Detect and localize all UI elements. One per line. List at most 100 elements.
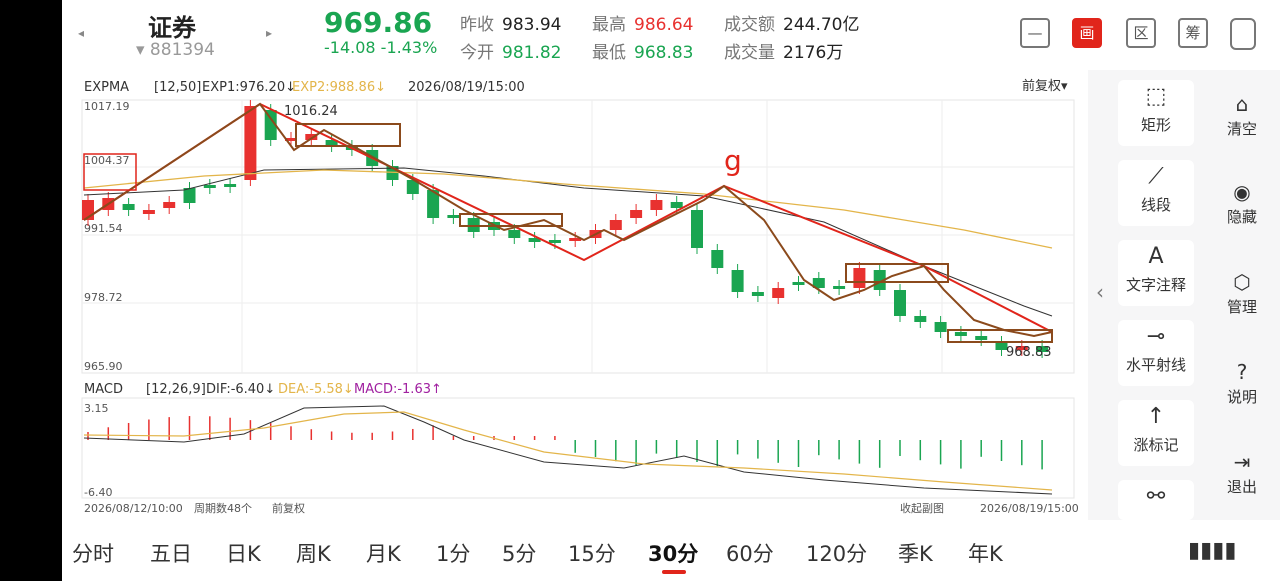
horizontal-ray-tool[interactable]: ⊸ 水平射线	[1118, 320, 1194, 386]
tab-5min[interactable]: 5分	[502, 538, 536, 568]
text-annotation-tool[interactable]: A 文字注释	[1118, 240, 1194, 306]
tab-30min[interactable]: 30分	[648, 538, 698, 568]
more-tool[interactable]: ⚯	[1118, 480, 1194, 520]
exp2-value: EXP2:988.86↓	[292, 80, 386, 95]
line-segment-icon: ⟋	[1148, 164, 1164, 189]
dea-line	[83, 411, 1053, 491]
settings-bars-icon[interactable]: ▮▮▮▮	[1188, 538, 1236, 563]
text-annotation-icon: A	[1148, 244, 1164, 269]
trend-line	[83, 102, 1053, 333]
candle-body	[224, 184, 237, 187]
rise-mark-tool[interactable]: ↑ 涨标记	[1118, 400, 1194, 466]
tab-60min[interactable]: 60分	[726, 538, 774, 568]
macd-frame	[81, 397, 1075, 499]
exp1-value: EXP1:976.20↓	[202, 80, 296, 95]
cursor-datetime: 2026/08/19/15:00	[408, 80, 525, 95]
candle-body	[731, 270, 744, 292]
y-tick: 965.90	[84, 360, 123, 373]
candle-body	[934, 322, 947, 332]
clear-button[interactable]: ⌂ 清空	[1214, 90, 1270, 139]
peak-label: 1016.24	[284, 104, 338, 119]
hide-icon: ◉	[1233, 180, 1251, 204]
indicator-name[interactable]: EXPMA	[84, 80, 129, 95]
last-price-label: 968.83	[1006, 345, 1052, 360]
candle-body	[183, 188, 196, 203]
exit-icon: ⇥	[1233, 450, 1251, 474]
dea-value: DEA:-5.58↓	[278, 382, 354, 397]
footer-adjust: 前复权	[272, 501, 305, 515]
hide-button[interactable]: ◉ 隐藏	[1214, 178, 1270, 227]
candle-body	[609, 220, 622, 230]
macd-indicator-name[interactable]: MACD	[84, 382, 123, 397]
app-window: ◂ 证券 ▾ 881394 ▸ 969.86 -14.08 -1.43% 昨收 9…	[62, 0, 1280, 581]
dif-value: DIF:-6.40↓	[206, 382, 275, 397]
horizontal-ray-icon: ⊸	[1146, 324, 1166, 349]
prev-close: 昨收 983.94	[460, 15, 562, 35]
help-button[interactable]: ? 说明	[1214, 358, 1270, 407]
tab-daily[interactable]: 日K	[226, 538, 261, 568]
candle-body	[244, 106, 257, 180]
candle-body	[914, 316, 927, 322]
quote-header: ◂ 证券 ▾ 881394 ▸ 969.86 -14.08 -1.43% 昨收 9…	[62, 0, 1280, 68]
active-tab-indicator	[662, 570, 686, 574]
tab-120min[interactable]: 120分	[806, 538, 867, 568]
next-stock-button[interactable]: ▸	[266, 26, 272, 40]
exp1-line	[83, 167, 1053, 317]
candle-body	[122, 204, 135, 210]
manage-icon: ⬡	[1233, 270, 1251, 294]
candle-body	[670, 202, 683, 208]
tab-15min[interactable]: 15分	[568, 538, 616, 568]
y-tick: 991.54	[84, 222, 123, 235]
macd-value: MACD:-1.63↑	[354, 382, 442, 397]
collapse-subchart-button[interactable]: 收起副图	[900, 501, 944, 515]
draw-icon[interactable]: 画	[1072, 18, 1102, 48]
candle-body	[447, 215, 460, 218]
candle-body	[853, 268, 866, 288]
region-icon[interactable]: 区	[1126, 18, 1156, 48]
stock-code[interactable]: ▾ 881394	[136, 40, 215, 60]
current-price: 969.86	[324, 6, 433, 39]
rectangle-tool[interactable]: ⬚ 矩形	[1118, 80, 1194, 146]
high-price: 最高 986.64	[592, 15, 694, 35]
macd-params: [12,26,9]	[146, 382, 206, 397]
candle-body	[894, 290, 906, 316]
more-icon: ⚯	[1146, 484, 1166, 509]
clear-icon: ⌂	[1235, 92, 1249, 116]
wave-annotation[interactable]: g	[724, 144, 742, 177]
y-tick: 978.72	[84, 291, 123, 304]
collapse-panel-button[interactable]: ‹	[1096, 280, 1104, 304]
adjust-dropdown[interactable]: 前复权▾	[1022, 78, 1068, 94]
period-tabs: 分时 五日 日K 周K 月K 1分 5分 15分 30分 60分 120分 季K…	[62, 524, 1280, 581]
x-end-time: 2026/08/19/15:00	[980, 502, 1079, 515]
y-tick: 1004.37	[84, 154, 130, 167]
candle-body	[163, 202, 176, 208]
tab-quarterly[interactable]: 季K	[898, 538, 933, 568]
exp2-line	[83, 169, 1053, 249]
x-start-time: 2026/08/12/10:00	[84, 502, 183, 515]
period-count: 周期数48个	[194, 502, 252, 515]
chip-icon[interactable]: 筹	[1178, 18, 1208, 48]
help-icon: ?	[1236, 360, 1248, 384]
tab-1min[interactable]: 1分	[436, 538, 470, 568]
tab-monthly[interactable]: 月K	[366, 538, 401, 568]
candle-body	[772, 288, 785, 298]
tab-yearly[interactable]: 年K	[968, 538, 1003, 568]
candle-body	[691, 210, 703, 248]
tab-five-day[interactable]: 五日	[150, 538, 192, 568]
tab-intraday[interactable]: 分时	[72, 538, 114, 568]
candle-body	[548, 240, 561, 243]
minus-box-icon[interactable]: —	[1020, 18, 1050, 48]
candle-body	[630, 210, 643, 218]
manage-button[interactable]: ⬡ 管理	[1214, 268, 1270, 317]
turnover-volume: 成交量 2176万	[724, 43, 844, 63]
rectangle-icon: ⬚	[1145, 84, 1167, 109]
line-segment-tool[interactable]: ⟋ 线段	[1118, 160, 1194, 226]
tab-weekly[interactable]: 周K	[296, 538, 331, 568]
exit-button[interactable]: ⇥ 退出	[1214, 448, 1270, 497]
indicator-params: [12,50]	[154, 80, 201, 95]
prev-stock-button[interactable]: ◂	[78, 26, 84, 40]
candle-body	[142, 210, 155, 214]
kline-chart[interactable]: EXPMA [12,50] EXP1:976.20↓ EXP2:988.86↓ …	[64, 70, 1088, 520]
rotate-screen-icon[interactable]	[1230, 18, 1256, 50]
price-change: -14.08 -1.43%	[324, 38, 438, 57]
